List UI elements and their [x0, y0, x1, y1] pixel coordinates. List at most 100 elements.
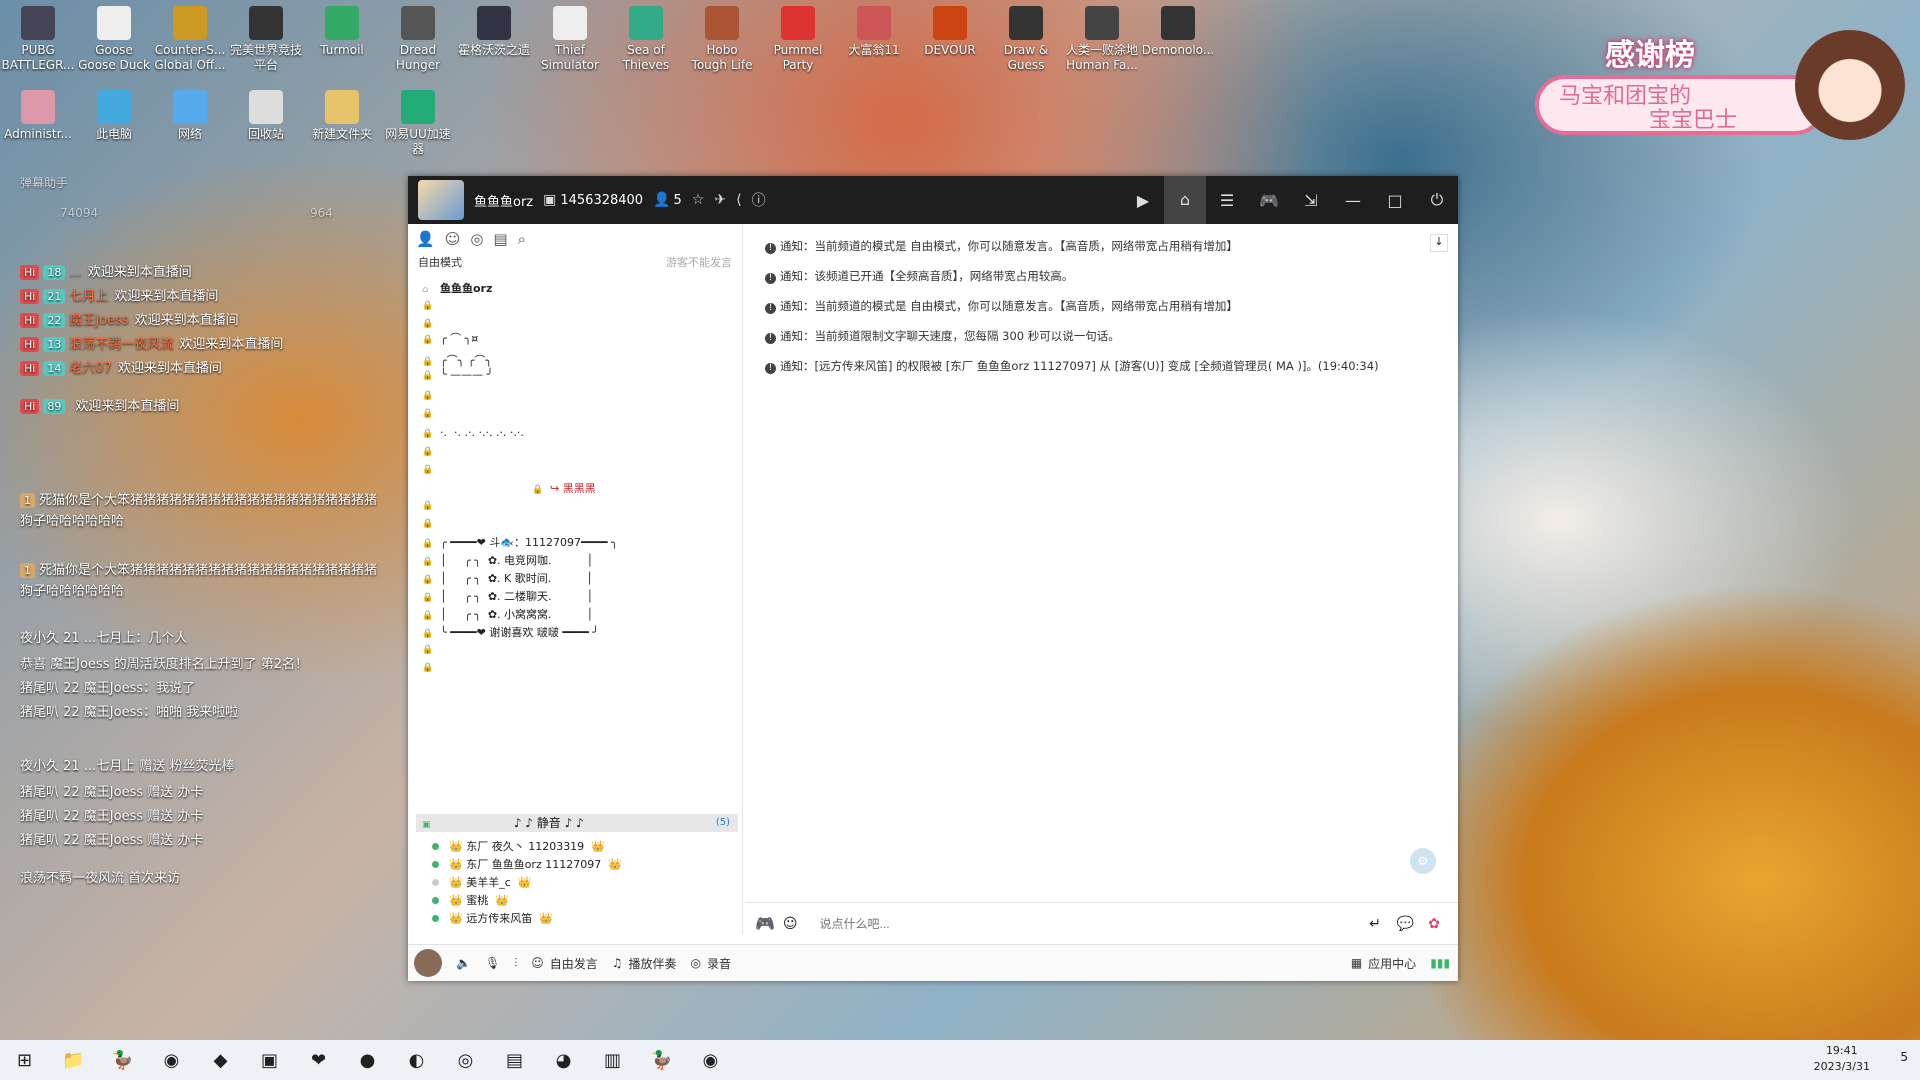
- desktop-icon[interactable]: Draw & Guess: [988, 6, 1064, 73]
- app-icon[interactable]: ▣: [245, 1040, 294, 1080]
- desktop-icon[interactable]: Thief Simulator: [532, 6, 608, 73]
- location-icon[interactable]: ◎: [470, 230, 483, 248]
- active-channel[interactable]: ▣ ♪ ♪ 静音 ♪ ♪ (5): [416, 814, 738, 832]
- bilibili-icon[interactable]: ❤: [294, 1040, 343, 1080]
- gear-icon[interactable]: ⚙: [1410, 848, 1436, 874]
- sub-channel[interactable]: 🔒 │ ╭ ╮ ✿. 电竞网咖. │: [422, 552, 593, 568]
- desktop-icon[interactable]: Dread Hunger: [380, 6, 456, 73]
- goose-icon[interactable]: 🦆: [98, 1040, 147, 1080]
- free-speak-button[interactable]: ☺ 自由发言: [531, 955, 598, 972]
- sub-channel[interactable]: 🔒 ↪ 黑黑黑: [532, 480, 596, 496]
- desktop-icon[interactable]: Counter-S... Global Off...: [152, 6, 228, 73]
- channel-user[interactable]: 👑 东厂 夜久丶 11203319 👑: [432, 838, 605, 856]
- desktop-icon[interactable]: Turmoil: [304, 6, 380, 58]
- gamepad-icon[interactable]: 🎮: [755, 914, 775, 933]
- yy-icon[interactable]: 🦆: [637, 1040, 686, 1080]
- sub-channel[interactable]: 🔒: [422, 316, 440, 329]
- play-accompaniment-button[interactable]: ♫ 播放伴奏: [612, 955, 677, 972]
- chat-input[interactable]: [819, 916, 1270, 931]
- epic-games-icon[interactable]: ▥: [588, 1040, 637, 1080]
- sub-channel[interactable]: 🔒 ╭⌒╮ ╭⌒╮: [422, 352, 492, 368]
- plane-icon[interactable]: ✈: [714, 192, 726, 208]
- desktop-icon[interactable]: 人类一败涂地 Human Fa...: [1064, 6, 1140, 73]
- desktop-icon[interactable]: 新建文件夹: [304, 90, 380, 142]
- speaker-icon[interactable]: 🔈: [456, 956, 471, 970]
- chat-icon[interactable]: ☺: [445, 230, 461, 248]
- user-icon[interactable]: 👤: [416, 230, 435, 248]
- sub-channel[interactable]: 🔒 │ ╭ ╮ ✿. K 歌时间. │: [422, 570, 593, 586]
- sub-channel[interactable]: 🔒: [422, 516, 440, 529]
- file-explorer-icon[interactable]: 📁: [49, 1040, 98, 1080]
- gamepad-icon[interactable]: 🎮: [1248, 191, 1290, 210]
- netease-icon[interactable]: ◎: [441, 1040, 490, 1080]
- desktop-icon[interactable]: PUBG BATTLEGR...: [0, 6, 76, 73]
- sub-channel[interactable]: 🔒 ╭ ━━━━❤ 斗🐟：11127097━━━━ ╮: [422, 534, 618, 550]
- mic-icon[interactable]: 🎙: [485, 956, 500, 970]
- desktop-icon[interactable]: Pummel Party: [760, 6, 836, 73]
- sub-channel[interactable]: 🔒 │ ╭ ╮ ✿. 二楼聊天. │: [422, 588, 593, 604]
- share-icon[interactable]: ⟨: [736, 192, 741, 208]
- steam-icon-2[interactable]: ◉: [686, 1040, 735, 1080]
- firefox-icon[interactable]: ◐: [392, 1040, 441, 1080]
- list-icon[interactable]: ☰: [1206, 191, 1248, 210]
- channel-avatar[interactable]: [418, 180, 464, 220]
- power-icon[interactable]: ⏻: [1416, 190, 1458, 210]
- sub-channel[interactable]: 🔒: [422, 660, 440, 673]
- sub-channel[interactable]: 🔒: [422, 498, 440, 511]
- notes-icon[interactable]: ▤: [493, 230, 507, 248]
- desktop-icon[interactable]: 此电脑: [76, 90, 152, 142]
- channel-user[interactable]: 👑 蜜桃 👑: [432, 892, 509, 910]
- game-icon[interactable]: ◆: [196, 1040, 245, 1080]
- record-button[interactable]: ◎ 录音: [691, 955, 732, 972]
- star-icon[interactable]: ☆: [692, 192, 705, 208]
- sub-channel[interactable]: 🔒 │ ╭ ╮ ✿. 小窝窝窝. │: [422, 606, 593, 622]
- sub-channel[interactable]: 🔒: [422, 444, 440, 457]
- desktop-icon[interactable]: 大富翁11: [836, 6, 912, 58]
- mixer-icon[interactable]: ⫶: [514, 956, 517, 971]
- steam-icon[interactable]: ◉: [147, 1040, 196, 1080]
- desktop-icon[interactable]: Hobo Tough Life: [684, 6, 760, 73]
- channel-user[interactable]: 👑 美羊羊_c 👑: [432, 874, 531, 892]
- desktop-icon[interactable]: 回收站: [228, 90, 304, 142]
- sub-channel[interactable]: 🔒 ╭ ⌒ ╮¤: [422, 330, 478, 346]
- sub-channel[interactable]: 🔒: [422, 406, 440, 419]
- sub-channel[interactable]: 🔒 ·. ·. .·. ·.·. .·. ·.·.: [422, 426, 524, 439]
- user-avatar[interactable]: [414, 949, 442, 977]
- desktop-icon[interactable]: DEVOUR: [912, 6, 988, 58]
- video-icon[interactable]: ▶: [1122, 191, 1164, 210]
- search-icon[interactable]: ⌕: [518, 230, 526, 248]
- desktop-icon[interactable]: Demonolo...: [1140, 6, 1216, 58]
- sub-channel[interactable]: 🔒: [422, 462, 440, 475]
- sub-channel[interactable]: 🔒: [422, 642, 440, 655]
- root-channel[interactable]: ⌂ 鱼鱼鱼orz: [422, 280, 492, 296]
- scroll-down-icon[interactable]: ↓: [1430, 234, 1448, 252]
- sub-channel[interactable]: 🔒 ╰ ━━━━❤ 谢谢喜欢 啵啵 ━━━━ ╯: [422, 624, 599, 640]
- channel-user[interactable]: 👑 远方传来风笛 👑: [432, 910, 553, 928]
- sub-channel[interactable]: 🔒 ╰ ——— ╯: [422, 368, 493, 381]
- desktop-icon[interactable]: Sea of Thieves: [608, 6, 684, 73]
- enter-icon[interactable]: ↵: [1369, 916, 1381, 932]
- system-clock[interactable]: 19:41 2023/3/31: [1814, 1043, 1870, 1075]
- emoji-translate-icon[interactable]: ☺: [783, 916, 798, 932]
- sub-channel[interactable]: 🔒: [422, 388, 440, 401]
- desktop-icon[interactable]: 霍格沃茨之遗: [456, 6, 532, 58]
- obs-icon[interactable]: ●: [343, 1040, 392, 1080]
- info-icon[interactable]: ⓘ: [752, 190, 766, 210]
- minimize-icon[interactable]: —: [1332, 191, 1374, 210]
- windows-start-icon[interactable]: ⊞: [0, 1040, 49, 1080]
- flower-icon[interactable]: ✿: [1428, 916, 1440, 932]
- epic-icon[interactable]: ▤: [490, 1040, 539, 1080]
- chat-bubble-icon[interactable]: 💬: [1397, 916, 1414, 932]
- nickname[interactable]: 鱼鱼鱼orz: [474, 191, 533, 210]
- desktop-icon[interactable]: 网易UU加速 器: [380, 90, 456, 157]
- notification-icon[interactable]: 5: [1900, 1050, 1908, 1064]
- desktop-icon[interactable]: 完美世界竞技 平台: [228, 6, 304, 73]
- app-center-button[interactable]: ▦ 应用中心: [1351, 955, 1416, 972]
- maximize-icon[interactable]: □: [1374, 191, 1416, 210]
- desktop-icon[interactable]: 网络: [152, 90, 228, 142]
- channel-user[interactable]: 👑 东厂 鱼鱼鱼orz 11127097 👑: [432, 856, 622, 874]
- download-icon[interactable]: ⇲: [1290, 191, 1332, 210]
- desktop-icon[interactable]: Goose Goose Duck: [76, 6, 152, 73]
- home-icon[interactable]: ⌂: [1164, 176, 1206, 224]
- sub-channel[interactable]: 🔒: [422, 298, 440, 311]
